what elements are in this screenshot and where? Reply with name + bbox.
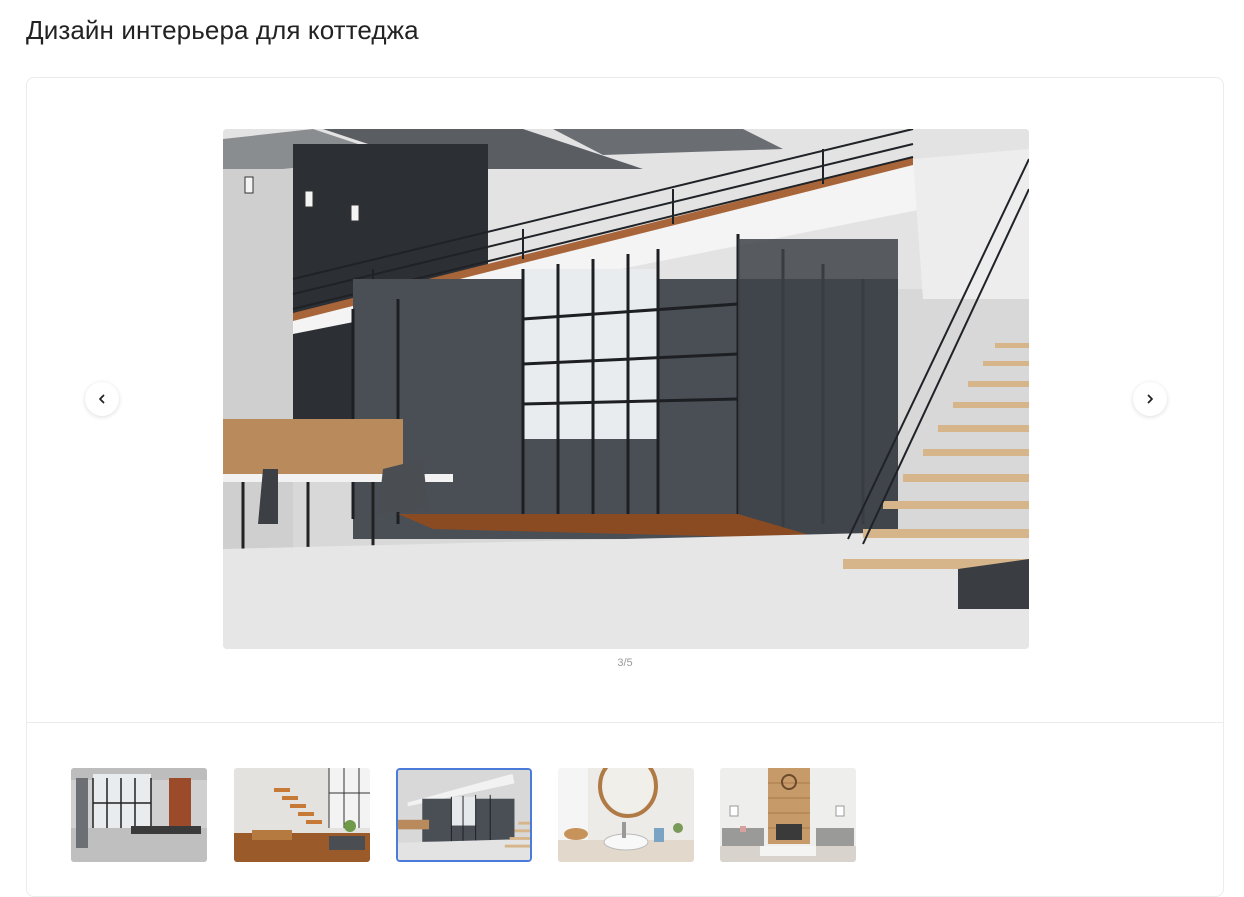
image-counter: 3/5	[617, 657, 633, 669]
gallery-card: 3/5	[26, 77, 1224, 897]
thumbnail-4[interactable]	[558, 768, 694, 862]
page-title: Дизайн интерьера для коттеджа	[26, 15, 419, 45]
chevron-right-icon	[1147, 394, 1153, 404]
chevron-left-icon	[99, 394, 105, 404]
divider	[27, 722, 1223, 723]
next-image-button[interactable]	[1133, 382, 1167, 416]
image-viewer: 3/5	[27, 78, 1223, 723]
thumbnail-3[interactable]	[396, 768, 532, 862]
thumbnail-5[interactable]	[720, 768, 856, 862]
prev-image-button[interactable]	[85, 382, 119, 416]
thumbnail-1[interactable]	[71, 768, 207, 862]
main-image	[223, 129, 1029, 649]
thumbnail-2[interactable]	[234, 768, 370, 862]
